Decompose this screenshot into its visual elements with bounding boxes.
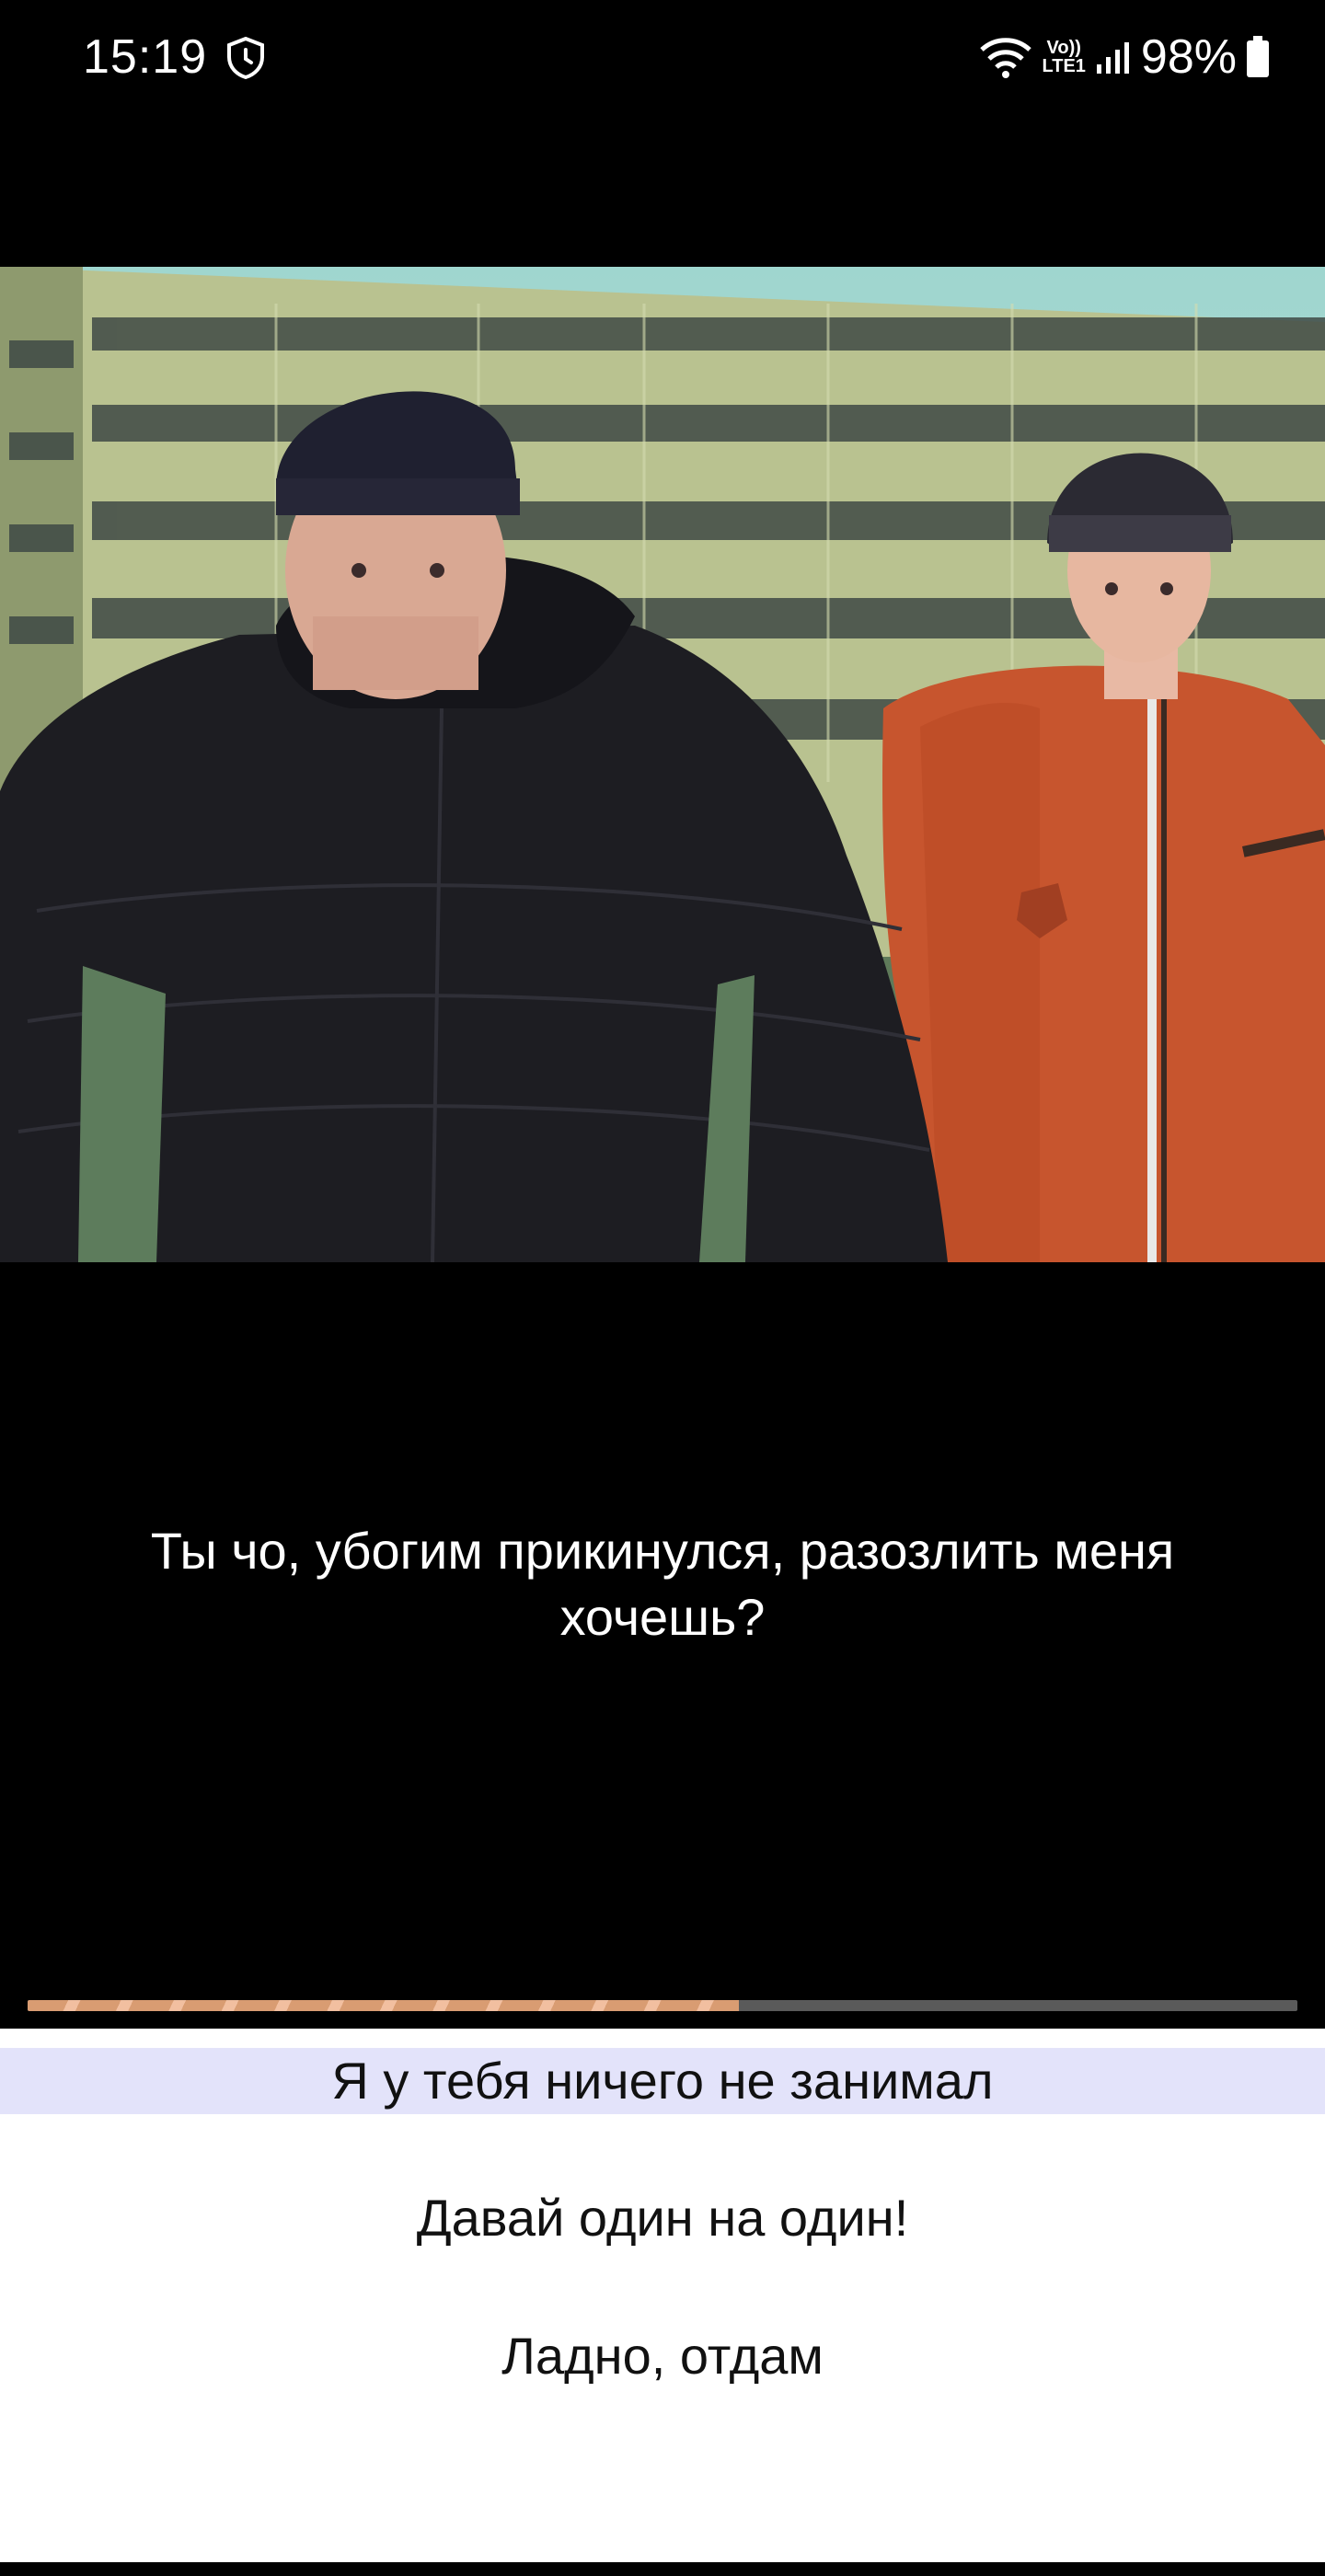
battery-icon bbox=[1247, 36, 1269, 77]
dialogue-text: Ты чо, убогим прикинулся, разозлить меня… bbox=[150, 1522, 1175, 1646]
choices-panel: Я у тебя ничего не занимал Давай один на… bbox=[0, 2029, 1325, 2562]
battery-percent: 98% bbox=[1140, 30, 1237, 84]
volte-label: Vo)) bbox=[1046, 38, 1081, 58]
scene-image bbox=[0, 267, 1325, 1262]
status-bar: 15:19 Vo)) LTE1 98% bbox=[0, 0, 1325, 115]
volte-lte-icon: Vo)) LTE1 bbox=[1043, 39, 1086, 75]
progress-track bbox=[28, 2000, 1297, 2011]
lte-label: LTE1 bbox=[1042, 56, 1086, 76]
scene-illustration bbox=[0, 267, 1325, 1262]
shield-clock-icon bbox=[227, 37, 264, 79]
status-icons: Vo)) LTE1 98% bbox=[978, 29, 1271, 85]
progress-fill bbox=[28, 2000, 739, 2011]
status-time: 15:19 bbox=[83, 30, 208, 84]
choice-option-1[interactable]: Я у тебя ничего не занимал bbox=[0, 2048, 1325, 2114]
signal-icon bbox=[1096, 42, 1129, 74]
choice-option-3[interactable]: Ладно, отдам bbox=[0, 2323, 1325, 2389]
bottom-strip bbox=[0, 2562, 1325, 2576]
choice-option-2[interactable]: Давай один на один! bbox=[0, 2185, 1325, 2251]
wifi-icon bbox=[979, 38, 1031, 78]
